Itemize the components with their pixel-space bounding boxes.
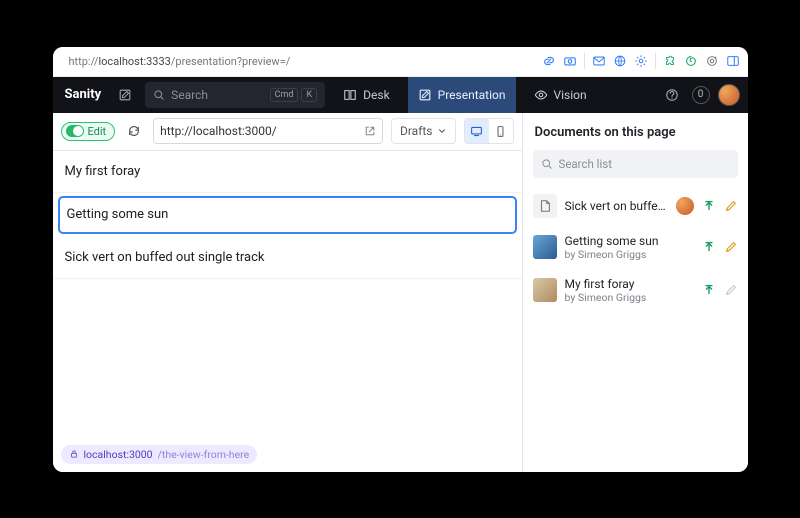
preview-panel: Edit http://localhost:3000/ Drafts: [53, 113, 523, 472]
publish-icon[interactable]: [702, 240, 716, 254]
main-area: Edit http://localhost:3000/ Drafts: [53, 113, 748, 472]
tab-presentation[interactable]: Presentation: [408, 77, 516, 113]
link-icon[interactable]: [542, 54, 556, 68]
overlay-route-pill[interactable]: localhost:3000/the-view-from-here: [61, 445, 258, 464]
preview-url-input[interactable]: http://localhost:3000/: [153, 118, 383, 144]
browser-chrome-icons: [542, 53, 740, 69]
open-external-icon[interactable]: [364, 125, 376, 137]
device-mobile[interactable]: [489, 119, 513, 143]
camera-icon[interactable]: [563, 54, 577, 68]
gear-icon[interactable]: [634, 54, 648, 68]
edit-icon[interactable]: [724, 199, 738, 213]
help-icon[interactable]: [660, 83, 684, 107]
notification-count[interactable]: 0: [692, 86, 710, 104]
tab-desk[interactable]: Desk: [333, 77, 400, 113]
search-icon: [153, 89, 165, 101]
user-avatar[interactable]: [718, 84, 740, 106]
puzzle-icon[interactable]: [663, 54, 677, 68]
edit-toggle[interactable]: Edit: [61, 122, 116, 141]
editor-avatar: [676, 197, 694, 215]
preview-toolbar: Edit http://localhost:3000/ Drafts: [53, 113, 522, 151]
document-thumbnail: [533, 278, 557, 302]
global-search[interactable]: Search CmdK: [145, 82, 325, 108]
document-thumbnail: [533, 235, 557, 259]
toggle-knob: [66, 125, 84, 137]
document-row[interactable]: Getting some sun by Simeon Griggs: [523, 226, 748, 269]
lock-icon: [69, 449, 79, 459]
swirl-icon[interactable]: [684, 54, 698, 68]
publish-icon[interactable]: [702, 283, 716, 297]
chevron-down-icon: [437, 126, 447, 136]
browser-url[interactable]: http://localhost:3333/presentation?previ…: [69, 55, 534, 68]
target-icon[interactable]: [705, 54, 719, 68]
perspective-select[interactable]: Drafts: [391, 118, 456, 144]
compose-icon[interactable]: [113, 83, 137, 107]
document-text: Getting some sun by Simeon Griggs: [565, 234, 694, 261]
browser-chrome: http://localhost:3333/presentation?previ…: [53, 47, 748, 77]
refresh-button[interactable]: [123, 120, 145, 142]
document-text: My first foray by Simeon Griggs: [565, 277, 694, 304]
app-topbar: Sanity Search CmdK Desk Presentation Vis…: [53, 77, 748, 113]
tab-vision[interactable]: Vision: [524, 77, 597, 113]
search-placeholder: Search: [171, 88, 208, 102]
documents-panel: Documents on this page Search list Sick …: [523, 113, 748, 472]
search-icon: [541, 158, 553, 170]
edit-icon[interactable]: [724, 240, 738, 254]
brand: Sanity: [61, 87, 106, 102]
globe-icon[interactable]: [613, 54, 627, 68]
document-row[interactable]: Sick vert on buffed...: [523, 186, 748, 226]
preview-iframe: My first foray Getting some sun Sick ver…: [53, 151, 522, 472]
vision-icon: [534, 88, 548, 102]
device-desktop[interactable]: [465, 119, 489, 143]
documents-search[interactable]: Search list: [533, 150, 738, 178]
preview-item-selected[interactable]: Getting some sun: [59, 197, 516, 233]
preview-item[interactable]: Sick vert on buffed out single track: [53, 237, 522, 279]
search-kbd: CmdK: [270, 88, 317, 102]
mail-icon[interactable]: [592, 54, 606, 68]
document-text: Sick vert on buffed...: [565, 199, 668, 213]
desk-icon: [343, 88, 357, 102]
panel-icon[interactable]: [726, 54, 740, 68]
documents-heading: Documents on this page: [523, 113, 748, 150]
app-window: http://localhost:3333/presentation?previ…: [53, 47, 748, 472]
device-switcher: [464, 118, 514, 144]
document-row[interactable]: My first foray by Simeon Griggs: [523, 269, 748, 312]
publish-icon[interactable]: [702, 199, 716, 213]
edit-icon: [724, 283, 738, 297]
document-icon: [533, 194, 557, 218]
presentation-icon: [418, 88, 432, 102]
preview-item[interactable]: My first foray: [53, 151, 522, 193]
